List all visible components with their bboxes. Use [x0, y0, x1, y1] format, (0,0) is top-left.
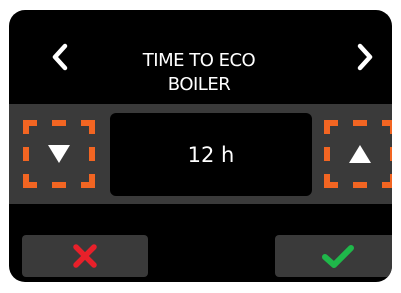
next-screen-button[interactable]	[349, 40, 381, 74]
value-adjust-panel: 12 h	[9, 104, 392, 204]
cancel-button[interactable]	[22, 235, 148, 277]
title-line-2: BOILER	[167, 74, 231, 95]
increase-button[interactable]	[324, 120, 392, 188]
decrease-button[interactable]	[23, 120, 95, 188]
x-cross-icon	[73, 244, 97, 268]
value-display: 12 h	[110, 113, 312, 196]
triangle-down-icon	[48, 145, 70, 163]
triangle-up-icon	[349, 145, 371, 163]
confirm-button[interactable]	[275, 235, 392, 277]
previous-screen-button[interactable]	[44, 40, 76, 74]
page-title: TIME TO ECO BOILER	[99, 49, 299, 97]
device-screen: TIME TO ECO BOILER 12 h	[9, 10, 392, 282]
checkmark-icon	[322, 245, 354, 268]
title-line-1: TIME TO ECO	[142, 50, 256, 71]
chevron-left-icon	[52, 43, 68, 71]
chevron-right-icon	[357, 43, 373, 71]
